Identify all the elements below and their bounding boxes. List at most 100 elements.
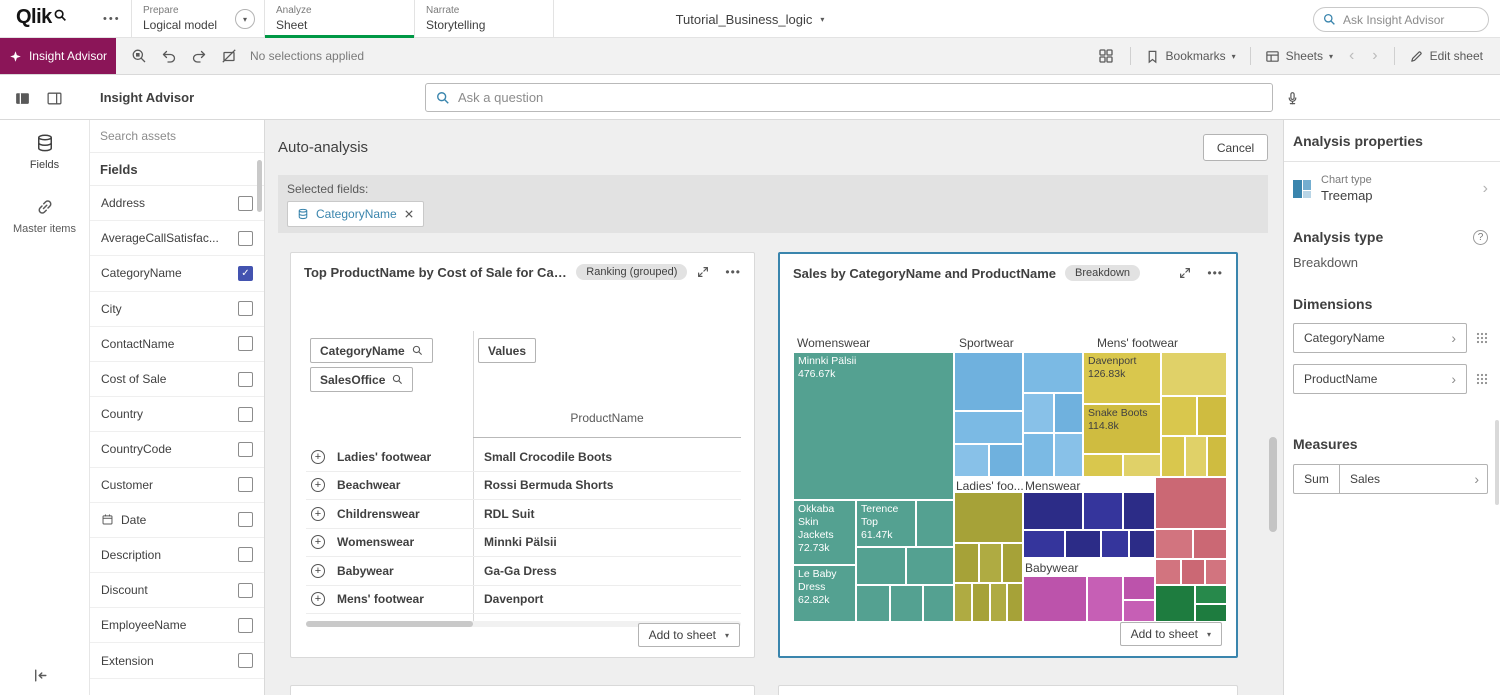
expand-row-icon[interactable]: + [311, 450, 325, 464]
selected-field-chip[interactable]: CategoryName [287, 201, 424, 227]
nav-prepare[interactable]: Prepare Logical model ▾ [131, 0, 264, 38]
treemap-cell[interactable] [979, 543, 1002, 583]
treemap-cell[interactable] [1195, 585, 1227, 604]
chart-more-menu-icon[interactable]: ••• [1207, 266, 1223, 280]
chart-type-row[interactable]: Chart type Treemap › [1293, 174, 1488, 203]
remove-field-icon[interactable] [404, 209, 414, 219]
drag-handle-icon[interactable] [1476, 332, 1488, 344]
treemap-cell[interactable] [1161, 396, 1197, 436]
field-checkbox[interactable] [238, 266, 253, 281]
insight-advisor-button[interactable]: Insight Advisor [0, 38, 116, 74]
field-checkbox[interactable] [238, 512, 253, 527]
search-assets-input[interactable] [100, 129, 254, 143]
productname-column-header[interactable]: ProductName [473, 411, 741, 425]
field-row-categoryname[interactable]: CategoryName [90, 256, 264, 291]
field-checkbox[interactable] [238, 231, 253, 246]
logical-model-dropdown[interactable]: ▾ [235, 9, 255, 29]
treemap-cell[interactable] [1023, 576, 1087, 622]
treemap-cell[interactable] [1083, 492, 1123, 530]
treemap-cell-davenport[interactable]: Davenport126.83k [1083, 352, 1161, 404]
app-title[interactable]: Tutorial_Business_logic [676, 12, 813, 27]
field-row-cost-of-sale[interactable]: Cost of Sale [90, 362, 264, 397]
nav-analyze[interactable]: Analyze Sheet [264, 0, 414, 38]
field-row-city[interactable]: City [90, 292, 264, 327]
row-category[interactable]: Beachwear [337, 478, 478, 492]
treemap-cell[interactable] [916, 500, 954, 547]
sidebar-tab-fields[interactable]: Fields [0, 120, 89, 184]
treemap-cell[interactable] [1161, 352, 1227, 396]
expand-row-icon[interactable]: + [311, 535, 325, 549]
expand-row-icon[interactable]: + [311, 564, 325, 578]
main-scrollbar-thumb[interactable] [1269, 437, 1277, 532]
nav-narrate[interactable]: Narrate Storytelling [414, 0, 554, 38]
treemap-cell[interactable] [1083, 454, 1123, 477]
measure-sales[interactable]: Sum Sales › [1293, 464, 1488, 494]
clear-selections-icon[interactable] [214, 38, 244, 74]
treemap-cell[interactable] [1185, 436, 1207, 477]
ask-a-question-search[interactable] [425, 83, 1273, 112]
field-row-customer[interactable]: Customer [90, 468, 264, 503]
treemap-cell[interactable] [1002, 543, 1023, 583]
treemap-cell[interactable] [923, 585, 954, 622]
ask-a-question-input[interactable] [458, 90, 1262, 105]
treemap-cell[interactable] [1101, 530, 1129, 558]
smart-search-selections-icon[interactable] [124, 38, 154, 74]
salesoffice-filter-button[interactable]: SalesOffice [310, 367, 413, 392]
field-checkbox[interactable] [238, 407, 253, 422]
toggle-left-panel-icon[interactable] [10, 86, 34, 110]
expand-row-icon[interactable]: + [311, 478, 325, 492]
field-row-extension[interactable]: Extension [90, 643, 264, 678]
treemap-cell-okkaba-skin-jackets[interactable]: Okkaba Skin Jackets72.73k [793, 500, 856, 565]
expand-chart-icon[interactable] [696, 265, 710, 279]
row-category[interactable]: Ladies' footwear [337, 450, 478, 464]
treemap-cell[interactable] [1123, 492, 1155, 530]
field-row-countrycode[interactable]: CountryCode [90, 432, 264, 467]
microphone-icon[interactable] [1280, 86, 1304, 110]
field-row-country[interactable]: Country [90, 397, 264, 432]
collapse-panel-icon[interactable] [32, 667, 52, 687]
treemap-cell[interactable] [856, 585, 890, 622]
row-product[interactable]: Davenport [478, 592, 741, 606]
treemap-cell[interactable] [1007, 583, 1023, 622]
previous-sheet-arrow[interactable]: ‹ [1342, 47, 1361, 65]
treemap-cell[interactable] [1123, 576, 1155, 600]
treemap-cell[interactable] [1065, 530, 1101, 558]
treemap-cell[interactable] [1087, 576, 1123, 622]
row-product[interactable]: Minnki Pälsii [478, 535, 741, 549]
field-checkbox[interactable] [238, 372, 253, 387]
treemap-cell[interactable] [990, 583, 1007, 622]
field-checkbox[interactable] [238, 301, 253, 316]
next-sheet-arrow[interactable]: › [1365, 47, 1384, 65]
treemap-cell[interactable] [856, 547, 906, 585]
treemap-cell[interactable] [1195, 604, 1227, 622]
dimension-categoryname[interactable]: CategoryName› [1293, 323, 1467, 353]
treemap-cell[interactable] [954, 492, 1023, 543]
field-checkbox[interactable] [238, 618, 253, 633]
fields-scrollbar[interactable] [257, 160, 262, 212]
app-overview-grid-icon[interactable] [1091, 38, 1121, 74]
treemap-cell[interactable] [1054, 433, 1083, 477]
row-product[interactable]: Rossi Bermuda Shorts [478, 478, 741, 492]
field-row-description[interactable]: Description [90, 538, 264, 573]
add-to-sheet-button[interactable]: Add to sheet ▾ [1120, 622, 1222, 646]
field-checkbox[interactable] [238, 336, 253, 351]
field-row-date[interactable]: Date [90, 503, 264, 538]
selections-forward-icon[interactable] [184, 38, 214, 74]
app-title-caret-icon[interactable]: ▾ [820, 15, 824, 24]
treemap-cell[interactable] [954, 411, 1023, 444]
treemap-cell[interactable] [1123, 600, 1155, 622]
row-category[interactable]: Mens' footwear [337, 592, 478, 606]
treemap-cell[interactable] [954, 583, 972, 622]
field-row-discount[interactable]: Discount [90, 573, 264, 608]
treemap-cell[interactable] [1197, 396, 1227, 436]
treemap-cell[interactable] [954, 444, 989, 477]
categoryname-filter-button[interactable]: CategoryName [310, 338, 433, 363]
panel-scrollbar-thumb[interactable] [1495, 420, 1499, 505]
treemap-cell[interactable] [989, 444, 1023, 477]
row-category[interactable]: Babywear [337, 564, 478, 578]
expand-chart-icon[interactable] [1178, 266, 1192, 280]
cancel-button[interactable]: Cancel [1203, 134, 1268, 161]
treemap-cell[interactable] [1155, 529, 1193, 559]
treemap-cell[interactable] [1205, 559, 1227, 585]
add-to-sheet-button[interactable]: Add to sheet ▾ [638, 623, 740, 647]
